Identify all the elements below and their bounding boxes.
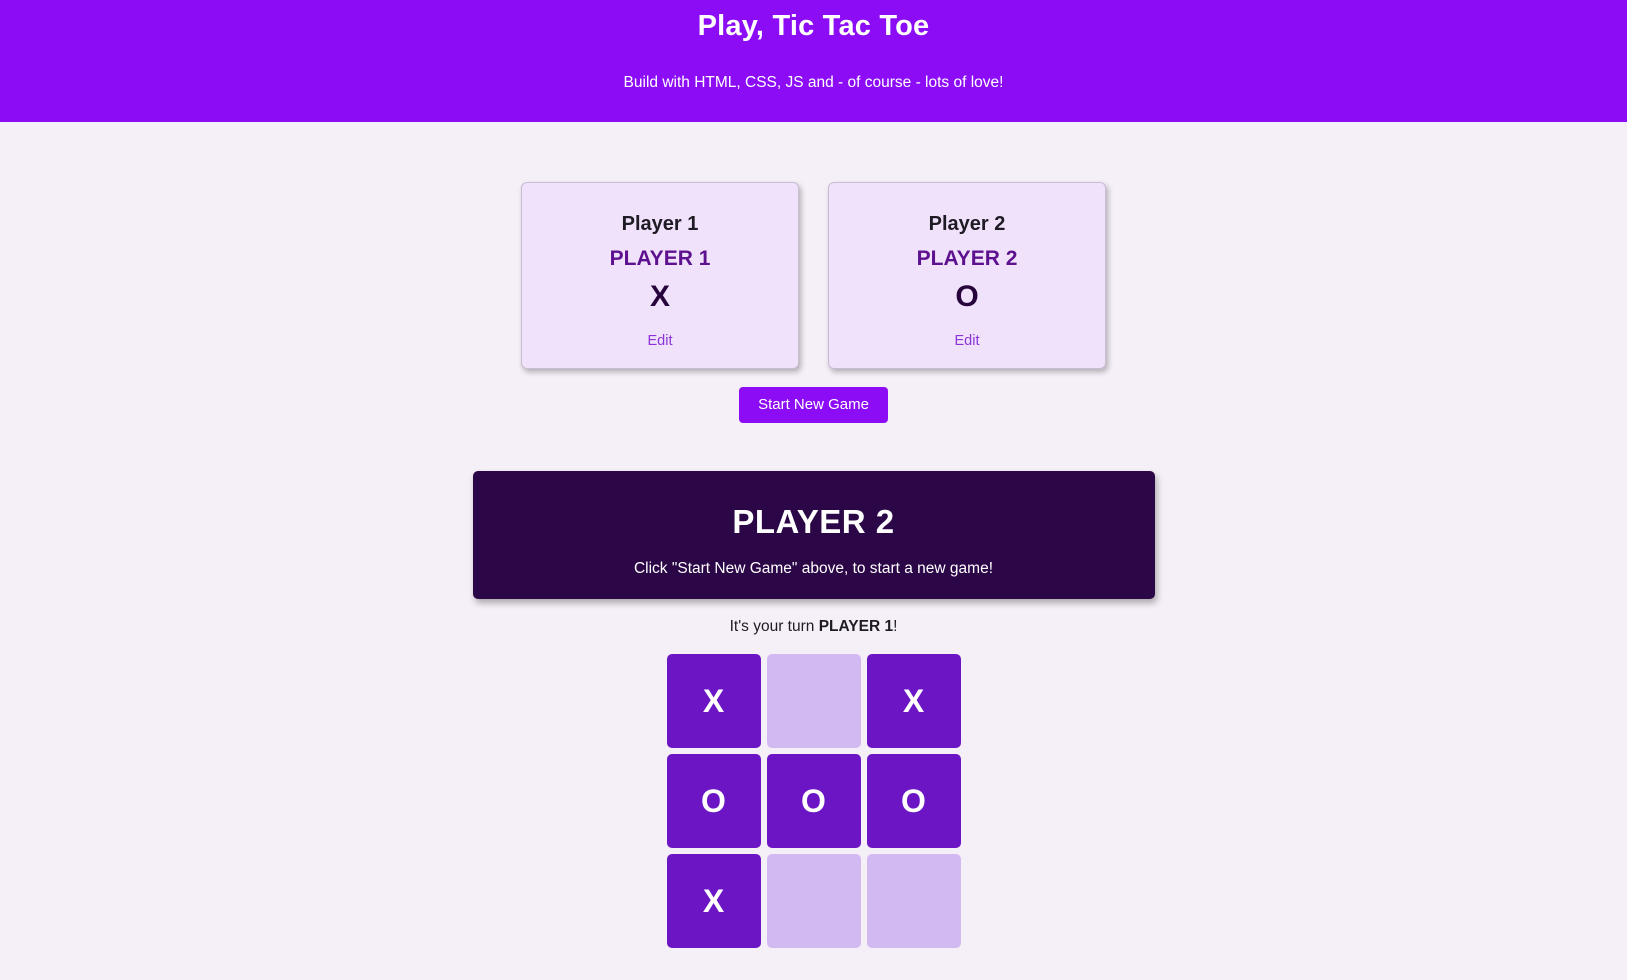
active-player-banner: PLAYER 2 Click "Start New Game" above, t… xyxy=(472,471,1155,599)
app-header: Play, Tic Tac Toe Build with HTML, CSS, … xyxy=(0,0,1627,122)
board-cell-r3c3[interactable] xyxy=(866,854,961,948)
turn-indicator: It's your turn PLAYER 1! xyxy=(0,616,1627,638)
board-cell-r2c1[interactable]: O xyxy=(666,754,761,848)
player-card-2: Player 2 PLAYER 2 O Edit xyxy=(828,182,1106,369)
board-cell-r2c2[interactable]: O xyxy=(766,754,861,848)
edit-player-1-button[interactable]: Edit xyxy=(648,331,673,351)
player-slot-label-2: Player 2 xyxy=(928,213,1006,235)
page-subtitle: Build with HTML, CSS, JS and - of course… xyxy=(623,74,1004,91)
game-board: XXOOOX xyxy=(666,654,961,948)
turn-player-name: PLAYER 1 xyxy=(818,618,894,635)
board-cell-r3c1[interactable]: X xyxy=(666,854,761,948)
start-game-row: Start New Game xyxy=(0,387,1627,423)
board-cell-r1c3[interactable]: X xyxy=(866,654,961,748)
turn-prefix: It's your turn xyxy=(729,618,819,635)
player-name-1: PLAYER 1 xyxy=(609,247,711,270)
player-symbol-2: O xyxy=(955,280,979,313)
player-name-2: PLAYER 2 xyxy=(916,247,1018,270)
board-cell-r1c1[interactable]: X xyxy=(666,654,761,748)
banner-active-player: PLAYER 2 xyxy=(732,503,895,540)
page-title: Play, Tic Tac Toe xyxy=(697,10,930,42)
board-cell-r2c3[interactable]: O xyxy=(866,754,961,848)
turn-suffix: ! xyxy=(893,618,898,635)
player-slot-label-1: Player 1 xyxy=(621,213,699,235)
player-card-1: Player 1 PLAYER 1 X Edit xyxy=(521,182,799,369)
board-cell-r3c2[interactable] xyxy=(766,854,861,948)
start-new-game-button[interactable]: Start New Game xyxy=(739,387,888,423)
board-cell-r1c2[interactable] xyxy=(766,654,861,748)
player-symbol-1: X xyxy=(649,280,670,313)
banner-hint-text: Click "Start New Game" above, to start a… xyxy=(633,560,994,577)
edit-player-2-button[interactable]: Edit xyxy=(955,331,980,351)
main-content: Player 1 PLAYER 1 X Edit Player 2 PLAYER… xyxy=(0,182,1627,948)
players-section: Player 1 PLAYER 1 X Edit Player 2 PLAYER… xyxy=(0,182,1627,369)
